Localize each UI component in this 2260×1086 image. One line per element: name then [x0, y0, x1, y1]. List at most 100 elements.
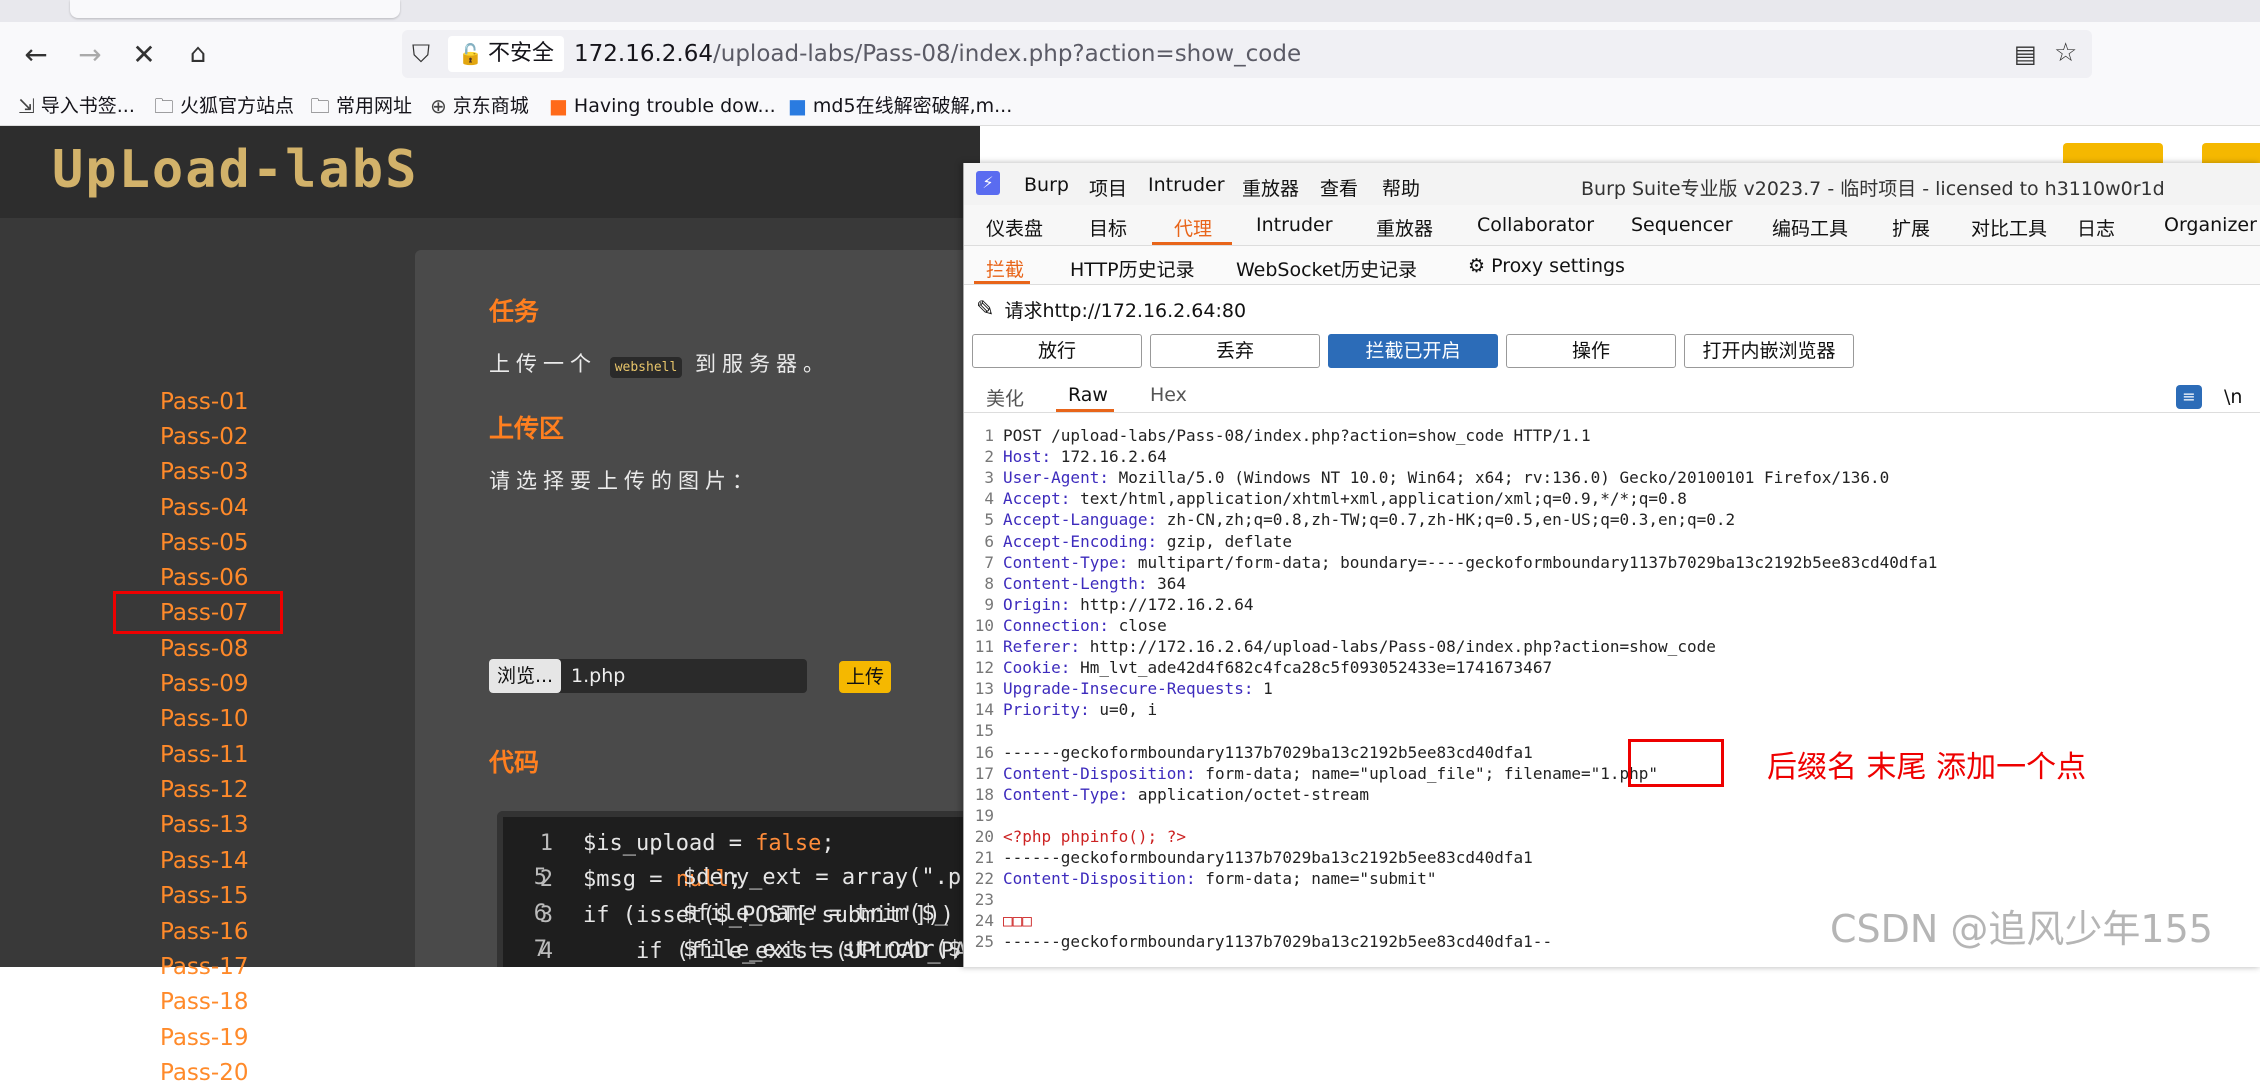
- sidebar-item-pass-01[interactable]: Pass-01: [160, 389, 248, 415]
- sidebar-item-pass-12[interactable]: Pass-12: [160, 777, 248, 803]
- navigation-bar: ← → ✕ ⌂ ⛉ 🔓 不安全 172.16.2.64/upload-labs/…: [0, 22, 2260, 87]
- browser-tab[interactable]: [70, 0, 400, 18]
- watermark: CSDN @追风少年155: [1830, 907, 2213, 951]
- reader-view-icon[interactable]: ▤: [2014, 40, 2037, 68]
- forward-button[interactable]: 放行: [972, 334, 1142, 368]
- upload-prompt: 请选择要上传的图片：: [489, 469, 759, 493]
- newline-toggle[interactable]: \n: [2224, 386, 2242, 408]
- sidebar-item-pass-17[interactable]: Pass-17: [160, 954, 248, 980]
- tab-repeater[interactable]: 重放器: [1376, 214, 1433, 241]
- tab-comparer[interactable]: 对比工具: [1971, 214, 2047, 241]
- request-line: 1 POST /upload-labs/Pass-08/index.php?act…: [984, 426, 1591, 445]
- request-line: 19: [974, 805, 994, 825]
- menu-intruder[interactable]: Intruder: [1148, 174, 1225, 196]
- bookmark-item[interactable]: 🗀 常用网址: [310, 93, 412, 119]
- drop-button[interactable]: 丢弃: [1150, 334, 1320, 368]
- active-subtab-indicator: [974, 281, 1030, 284]
- sidebar-item-pass-03[interactable]: Pass-03: [160, 459, 248, 485]
- request-line: 25 ------geckoformboundary1137b7029ba13c2…: [974, 932, 1553, 952]
- request-line: 17 Content-Disposition: form-data; name="…: [974, 763, 1659, 783]
- sidebar-item-pass-13[interactable]: Pass-13: [160, 812, 248, 838]
- home-icon[interactable]: ⌂: [176, 32, 220, 76]
- request-line: 14 Priority: u=0, i: [974, 700, 1158, 720]
- url-text[interactable]: 172.16.2.64/upload-labs/Pass-08/index.ph…: [574, 30, 1301, 78]
- page-header: UpLoad-labS: [0, 126, 980, 218]
- menu-help[interactable]: 帮助: [1382, 174, 1420, 201]
- request-line: 5 Accept-Language: zh-CN,zh;q=0.8,zh-TW;q…: [984, 510, 1736, 530]
- sidebar-item-pass-10[interactable]: Pass-10: [160, 706, 248, 732]
- sidebar-item-pass-20[interactable]: Pass-20: [160, 1060, 248, 1086]
- tab-proxy[interactable]: 代理: [1174, 214, 1212, 241]
- request-line: 10 Connection: close: [974, 615, 1167, 635]
- tab-extensions[interactable]: 扩展: [1892, 214, 1930, 241]
- request-line: 18 Content-Type: application/octet-stream: [974, 784, 1370, 804]
- menu-burp[interactable]: Burp: [1024, 174, 1069, 196]
- forward-icon[interactable]: →: [68, 32, 112, 76]
- security-indicator[interactable]: 🔓 不安全: [448, 36, 565, 72]
- file-input[interactable]: 浏览... 1.php: [489, 659, 807, 693]
- menu-project[interactable]: 项目: [1089, 174, 1127, 201]
- upload-button[interactable]: 上传: [839, 661, 891, 693]
- bookmark-favicon: ■: [788, 94, 807, 118]
- task-title: 任务: [489, 297, 540, 326]
- tab-http-history[interactable]: HTTP历史记录: [1070, 255, 1195, 282]
- bookmark-favicon: ■: [549, 94, 568, 118]
- proxy-subtabs: 拦截 HTTP历史记录 WebSocket历史记录 ⚙ Proxy settin…: [964, 246, 2260, 285]
- site-logo[interactable]: UpLoad-labS: [52, 140, 418, 200]
- tab-dashboard[interactable]: 仪表盘: [986, 214, 1043, 241]
- address-bar[interactable]: ⛉ 🔓 不安全 172.16.2.64/upload-labs/Pass-08/…: [402, 30, 2092, 78]
- highlight-box: [113, 591, 283, 634]
- request-line: 16 ------geckoformboundary1137b7029ba13c2…: [974, 742, 1533, 762]
- bookmark-item[interactable]: ⇲ 导入书签...: [18, 93, 135, 119]
- menu-view[interactable]: 查看: [1320, 174, 1358, 201]
- request-line: 21 ------geckoformboundary1137b7029ba13c2…: [974, 848, 1533, 867]
- browse-button[interactable]: 浏览...: [489, 659, 561, 693]
- intercept-toggle-button[interactable]: 拦截已开启: [1328, 334, 1498, 368]
- bookmark-item[interactable]: 🗀 火狐官方站点: [154, 93, 294, 119]
- sidebar-item-pass-06[interactable]: Pass-06: [160, 565, 248, 591]
- request-line: 7 Content-Type: multipart/form-data; boun…: [984, 552, 1938, 572]
- tab-raw[interactable]: Raw: [1068, 384, 1108, 406]
- wrap-lines-icon[interactable]: ≡: [2176, 385, 2202, 409]
- tab-logger[interactable]: 日志: [2077, 214, 2115, 241]
- tab-decoder[interactable]: 编码工具: [1772, 214, 1848, 241]
- back-icon[interactable]: ←: [14, 32, 58, 76]
- tab-pretty[interactable]: 美化: [986, 384, 1024, 411]
- highlight-box: [1628, 739, 1724, 787]
- burp-logo-icon: ⚡: [976, 171, 1000, 195]
- annotation-note: 后缀名 末尾 添加一个点: [1767, 750, 2087, 785]
- request-editor[interactable]: 1 POST /upload-labs/Pass-08/index.php?act…: [964, 418, 2260, 967]
- sidebar-item-pass-09[interactable]: Pass-09: [160, 671, 248, 697]
- sidebar-item-pass-19[interactable]: Pass-19: [160, 1025, 248, 1051]
- open-browser-button[interactable]: 打开内嵌浏览器: [1684, 334, 1854, 368]
- sidebar-item-pass-18[interactable]: Pass-18: [160, 989, 248, 1015]
- bookmark-item[interactable]: ■ Having trouble dow...: [549, 93, 776, 119]
- bookmark-item[interactable]: ■ md5在线解密破解,m...: [788, 93, 1012, 119]
- sidebar-item-pass-11[interactable]: Pass-11: [160, 742, 248, 768]
- inline-code: webshell: [609, 357, 683, 378]
- action-button[interactable]: 操作: [1506, 334, 1676, 368]
- sidebar-item-pass-14[interactable]: Pass-14: [160, 848, 248, 874]
- menu-repeater[interactable]: 重放器: [1242, 174, 1299, 201]
- tab-intercept[interactable]: 拦截: [986, 255, 1024, 282]
- pencil-icon[interactable]: ✎: [976, 297, 994, 322]
- tab-websocket-history[interactable]: WebSocket历史记录: [1236, 255, 1417, 282]
- stop-icon[interactable]: ✕: [122, 32, 166, 76]
- tab-intruder[interactable]: Intruder: [1256, 214, 1333, 236]
- bookmark-item[interactable]: ⊕ 京东商城: [430, 93, 529, 119]
- tab-organizer[interactable]: Organizer: [2164, 214, 2257, 236]
- sidebar-item-pass-05[interactable]: Pass-05: [160, 530, 248, 556]
- tab-hex[interactable]: Hex: [1150, 384, 1187, 406]
- sidebar-item-pass-16[interactable]: Pass-16: [160, 919, 248, 945]
- shield-icon[interactable]: ⛉: [412, 40, 430, 68]
- tab-sequencer[interactable]: Sequencer: [1631, 214, 1733, 236]
- proxy-settings-link[interactable]: ⚙ Proxy settings: [1468, 255, 1625, 277]
- sidebar-item-pass-02[interactable]: Pass-02: [160, 424, 248, 450]
- sidebar-item-pass-08[interactable]: Pass-08: [160, 636, 248, 662]
- sidebar-item-pass-15[interactable]: Pass-15: [160, 883, 248, 909]
- request-line: 23: [974, 890, 994, 910]
- tab-collaborator[interactable]: Collaborator: [1477, 214, 1594, 236]
- sidebar-item-pass-04[interactable]: Pass-04: [160, 495, 248, 521]
- bookmark-star-icon[interactable]: ☆: [2054, 38, 2077, 68]
- tab-target[interactable]: 目标: [1089, 214, 1127, 241]
